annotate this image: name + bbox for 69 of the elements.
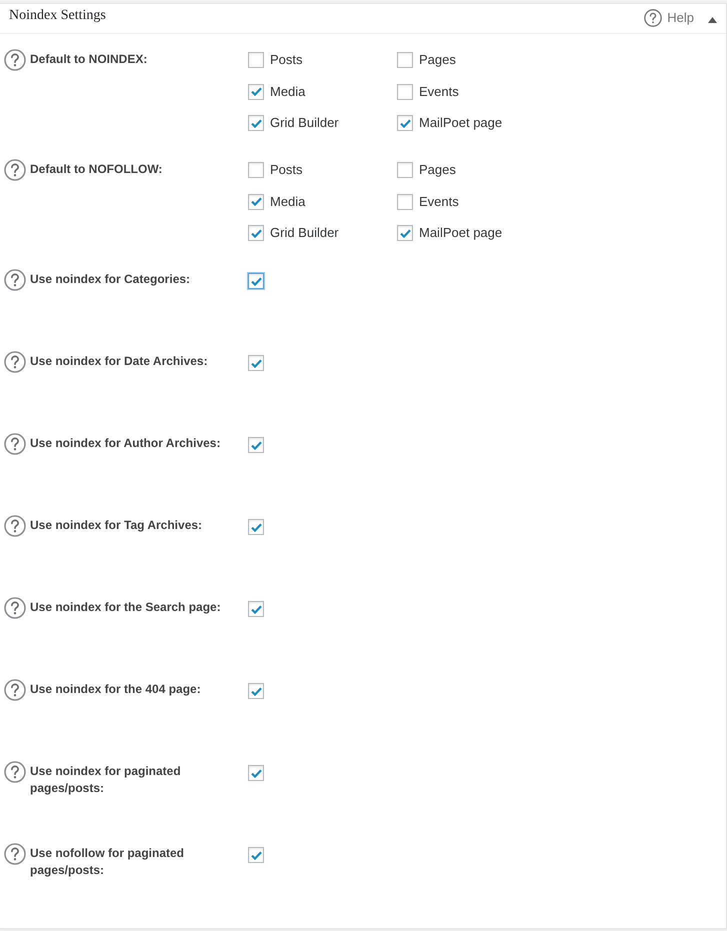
checkbox[interactable]	[248, 683, 264, 699]
setting-label: Use noindex for Categories:	[30, 271, 192, 288]
checkmark-icon	[250, 850, 262, 860]
setting-label: Use nofollow for paginated pages/posts:	[30, 845, 186, 879]
checkbox[interactable]	[397, 84, 413, 100]
help-icon[interactable]	[4, 515, 26, 537]
checkmark-icon	[400, 228, 410, 238]
checkbox[interactable]	[397, 162, 413, 178]
checkbox[interactable]	[397, 52, 413, 68]
panel-title: Noindex Settings	[9, 7, 106, 24]
setting-label: Use noindex for the Search page:	[30, 599, 222, 616]
checkmark-icon	[250, 522, 262, 532]
checkbox[interactable]	[248, 765, 264, 781]
checkbox[interactable]	[248, 847, 264, 863]
option-label[interactable]: Grid Builder	[270, 225, 339, 241]
checkmark-icon	[250, 87, 262, 96]
help-icon[interactable]	[4, 597, 26, 619]
option-label[interactable]: Events	[419, 84, 459, 100]
checkbox[interactable]	[248, 437, 264, 453]
checkbox[interactable]	[248, 519, 264, 535]
option-label[interactable]: Media	[270, 84, 306, 100]
help-icon[interactable]	[4, 433, 26, 455]
checkmark-icon	[250, 604, 262, 614]
setting-label: Use noindex for Author Archives:	[30, 435, 222, 452]
checkbox[interactable]	[397, 225, 413, 241]
option-label[interactable]: MailPoet page	[419, 225, 502, 241]
help-icon[interactable]	[4, 679, 26, 701]
option-label[interactable]: Pages	[419, 162, 456, 178]
checkmark-icon	[250, 197, 262, 206]
checkbox[interactable]	[248, 162, 264, 178]
checkmark-icon	[250, 228, 262, 238]
help-icon[interactable]	[4, 761, 26, 783]
help-icon[interactable]	[4, 159, 26, 181]
checkmark-icon	[250, 358, 262, 368]
checkmark-icon	[250, 440, 262, 450]
checkbox[interactable]	[248, 601, 264, 617]
help-icon[interactable]	[644, 9, 662, 27]
setting-label: Use noindex for the 404 page:	[30, 681, 202, 698]
checkmark-icon	[250, 686, 262, 696]
setting-label: Default to NOINDEX:	[30, 51, 148, 68]
checkbox[interactable]	[248, 84, 264, 100]
help-button[interactable]: Help	[644, 9, 694, 27]
setting-label: Default to NOFOLLOW:	[30, 161, 164, 178]
checkbox[interactable]	[248, 194, 264, 210]
setting-label: Use noindex for Tag Archives:	[30, 517, 204, 534]
option-label[interactable]: Events	[419, 194, 459, 210]
help-icon[interactable]	[4, 269, 26, 291]
checkbox[interactable]	[397, 115, 413, 131]
setting-label: Use noindex for Date Archives:	[30, 353, 209, 370]
help-icon[interactable]	[4, 843, 26, 865]
checkbox[interactable]	[248, 115, 264, 131]
help-icon[interactable]	[4, 351, 26, 373]
setting-label: Use noindex for paginated pages/posts:	[30, 763, 182, 797]
checkbox[interactable]	[248, 225, 264, 241]
option-label[interactable]: Posts	[270, 162, 303, 178]
caret-up-icon[interactable]	[708, 17, 717, 23]
checkmark-icon	[250, 276, 262, 286]
checkmark-icon	[400, 118, 410, 128]
checkbox[interactable]	[248, 52, 264, 68]
option-label[interactable]: Posts	[270, 52, 303, 68]
option-label[interactable]: MailPoet page	[419, 115, 502, 131]
option-label[interactable]: Grid Builder	[270, 115, 339, 131]
option-label[interactable]: Media	[270, 194, 306, 210]
option-label[interactable]: Pages	[419, 52, 456, 68]
checkmark-icon	[250, 118, 262, 128]
help-icon[interactable]	[4, 49, 26, 71]
checkbox[interactable]	[248, 355, 264, 371]
checkbox[interactable]	[397, 194, 413, 210]
checkmark-icon	[250, 768, 262, 778]
